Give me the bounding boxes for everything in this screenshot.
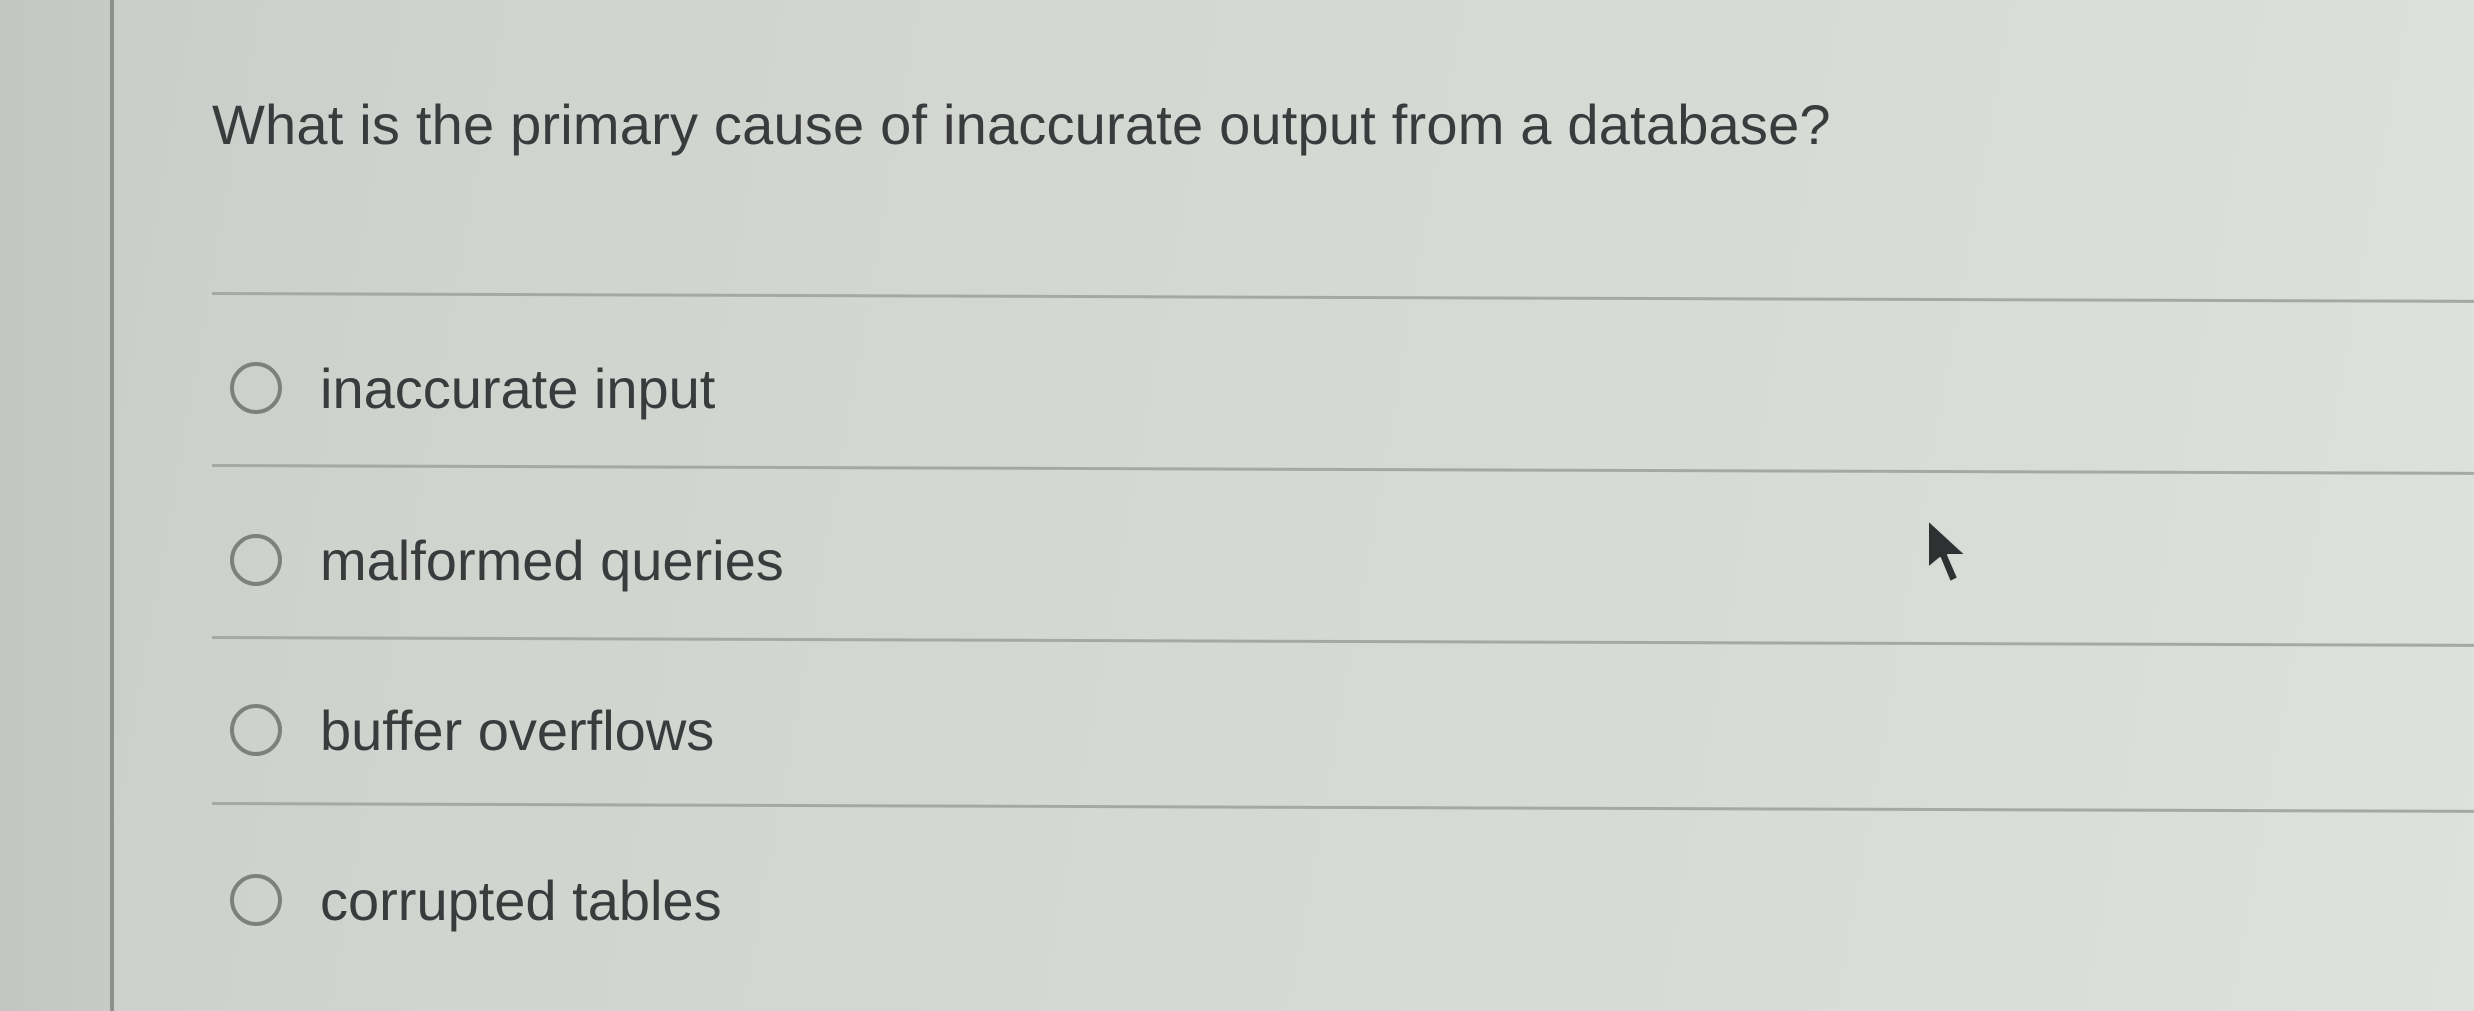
option-corrupted-tables[interactable]: corrupted tables [230,860,1630,940]
divider [211,802,2474,813]
radio-unselected-icon[interactable] [230,362,282,414]
divider [211,292,2474,303]
radio-unselected-icon[interactable] [230,874,282,926]
option-inaccurate-input[interactable]: inaccurate input [230,348,1630,428]
question-text: What is the primary cause of inaccurate … [212,93,1831,156]
option-label: inaccurate input [320,356,716,420]
mouse-pointer-icon [1927,519,1967,583]
option-malformed-queries[interactable]: malformed queries [230,520,1630,600]
option-label: buffer overflows [320,698,715,762]
radio-unselected-icon[interactable] [230,534,282,586]
left-panel [0,0,110,1011]
left-panel-border [110,0,114,1011]
option-label: corrupted tables [320,868,722,932]
option-buffer-overflows[interactable]: buffer overflows [230,690,1630,770]
divider [211,464,2474,475]
radio-unselected-icon[interactable] [230,704,282,756]
option-label: malformed queries [320,528,784,592]
divider [211,636,2474,647]
